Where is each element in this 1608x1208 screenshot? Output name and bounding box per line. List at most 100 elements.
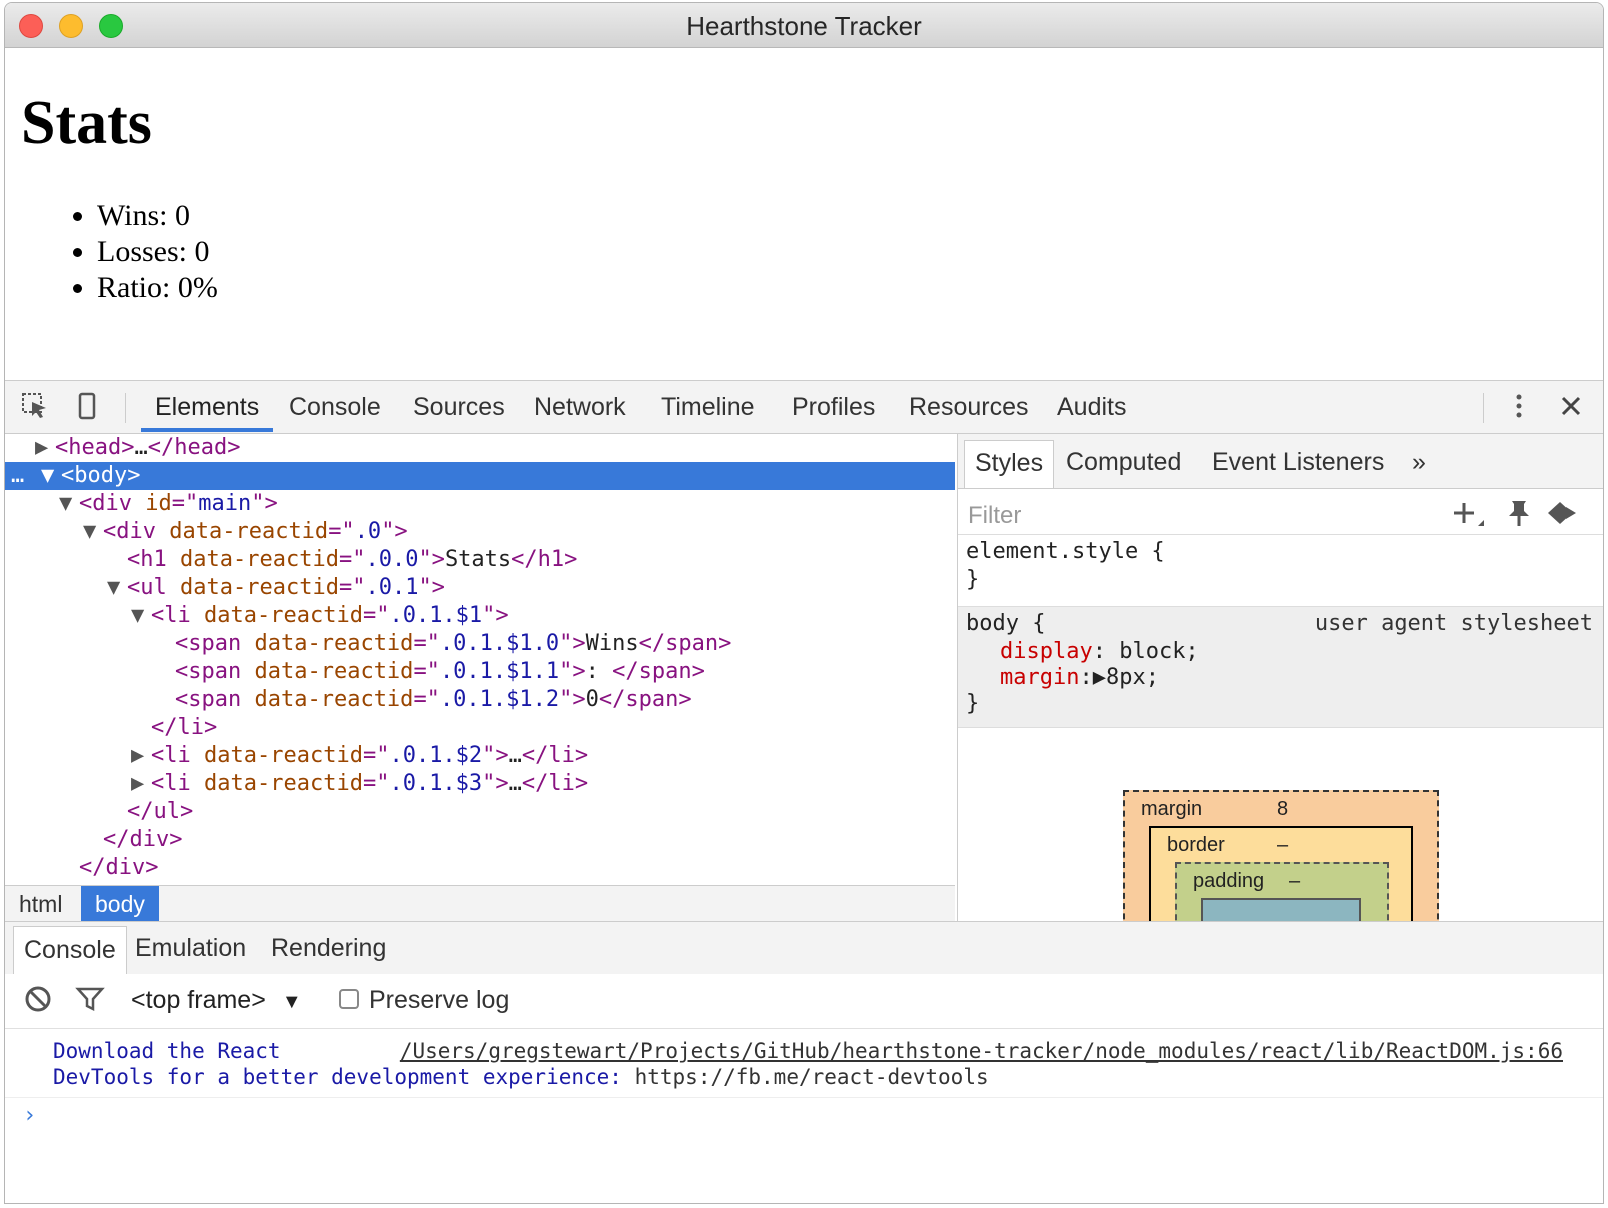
box-model-border[interactable]: border – padding – bbox=[1149, 826, 1413, 921]
stats-list: Wins: 0 Losses: 0 Ratio: 0% bbox=[57, 198, 218, 306]
stat-item-wins: Wins: 0 bbox=[97, 198, 218, 234]
frame-selector[interactable]: <top frame> ▼ bbox=[131, 986, 302, 1015]
tab-styles[interactable]: Styles bbox=[964, 440, 1055, 488]
element-style-close: } bbox=[966, 567, 980, 592]
element-style-rule[interactable]: element.style { } bbox=[958, 534, 1603, 607]
box-model-margin-value[interactable]: 8 bbox=[1277, 798, 1288, 821]
dom-node-h1[interactable]: <h1 data-reactid=".0.0">Stats</h1> bbox=[5, 546, 955, 574]
dom-node-span-value[interactable]: <span data-reactid=".0.1.$1.2">0</span> bbox=[5, 686, 955, 714]
more-options-icon[interactable] bbox=[1503, 391, 1535, 423]
dom-node-span-label[interactable]: <span data-reactid=".0.1.$1.0">Wins</spa… bbox=[5, 630, 955, 658]
dom-node-li-2[interactable]: ▶ <li data-reactid=".0.1.$2">…</li> bbox=[5, 742, 955, 770]
stat-item-ratio: Ratio: 0% bbox=[97, 270, 218, 306]
style-source: user agent stylesheet bbox=[1314, 611, 1593, 636]
dom-node-li-1[interactable]: ▼ <li data-reactid=".0.1.$1"> bbox=[5, 602, 955, 630]
dom-node-head[interactable]: ▶ <head>…</head> bbox=[5, 434, 955, 462]
elements-tree: ▶ <head>…</head> … ▼ <body> ▼ <div id="main"… bbox=[5, 434, 955, 891]
preserve-log-label[interactable]: Preserve log bbox=[369, 986, 509, 1015]
app-window: Hearthstone Tracker Stats Wins: 0 Losses… bbox=[4, 2, 1604, 1204]
box-model-padding-label: padding bbox=[1193, 870, 1265, 892]
collapse-triangle-icon[interactable]: ▼ bbox=[59, 490, 79, 518]
body-selector: body { bbox=[966, 611, 1046, 636]
dom-node-ul-close[interactable]: </ul> bbox=[5, 798, 955, 826]
console-source-link[interactable]: /Users/gregstewart/Projects/GitHub/heart… bbox=[400, 1039, 1563, 1063]
console-message-line-1: Download the React bbox=[53, 1039, 281, 1063]
dom-node-span-colon[interactable]: <span data-reactid=".0.1.$1.1">: </span> bbox=[5, 658, 955, 686]
box-model-padding-value[interactable]: – bbox=[1289, 870, 1300, 893]
chevron-down-icon: ▼ bbox=[281, 991, 302, 1013]
expand-triangle-icon[interactable]: ▶ bbox=[35, 434, 55, 462]
toggle-element-state-icon[interactable] bbox=[1504, 498, 1534, 535]
box-model-content[interactable] bbox=[1201, 898, 1361, 921]
tab-audits[interactable]: Audits bbox=[1057, 393, 1126, 422]
breadcrumb-html[interactable]: html bbox=[5, 886, 76, 922]
frame-selector-label: <top frame> bbox=[131, 986, 266, 1014]
console-message-line-2: DevTools for a better development experi… bbox=[53, 1065, 989, 1089]
styles-tabs: Styles Computed Event Listeners » bbox=[958, 434, 1603, 489]
tab-timeline[interactable]: Timeline bbox=[661, 393, 755, 422]
window-title: Hearthstone Tracker bbox=[686, 11, 922, 41]
tab-computed[interactable]: Computed bbox=[1066, 448, 1181, 477]
dom-node-li-close[interactable]: </li> bbox=[5, 714, 955, 742]
styles-sidebar: Styles Computed Event Listeners » Filter… bbox=[958, 434, 1603, 921]
console-prompt[interactable]: › bbox=[23, 1103, 36, 1128]
device-mode-icon[interactable] bbox=[71, 391, 103, 423]
tab-network[interactable]: Network bbox=[534, 393, 626, 422]
drawer-tab-emulation[interactable]: Emulation bbox=[135, 934, 246, 963]
box-model-padding[interactable]: padding – bbox=[1175, 862, 1389, 921]
active-tab-indicator bbox=[141, 428, 273, 432]
body-style-rule[interactable]: body { user agent stylesheet display: bl… bbox=[958, 606, 1603, 728]
style-property-display[interactable]: display: block; bbox=[1000, 639, 1199, 664]
dom-node-ul[interactable]: ▼ <ul data-reactid=".0.1"> bbox=[5, 574, 955, 602]
stat-item-losses: Losses: 0 bbox=[97, 234, 218, 270]
box-model-margin[interactable]: margin 8 border – padding – bbox=[1123, 790, 1439, 921]
page-heading: Stats bbox=[21, 89, 152, 157]
tab-profiles[interactable]: Profiles bbox=[792, 393, 875, 422]
tab-console[interactable]: Console bbox=[289, 393, 381, 422]
tab-resources[interactable]: Resources bbox=[909, 393, 1029, 422]
devtools-toolbar: Elements Console Sources Network Timelin… bbox=[5, 380, 1603, 434]
dom-node-div-close[interactable]: </div> bbox=[5, 826, 955, 854]
filter-icon[interactable] bbox=[75, 984, 105, 1021]
clear-console-icon[interactable] bbox=[23, 984, 53, 1021]
dom-node-div-main[interactable]: ▼ <div id="main"> bbox=[5, 490, 955, 518]
console-message-url[interactable]: https://fb.me/react-devtools bbox=[635, 1065, 989, 1089]
new-style-rule-icon[interactable] bbox=[1450, 498, 1486, 535]
box-model-border-value[interactable]: – bbox=[1277, 834, 1288, 857]
page-content: Stats Wins: 0 Losses: 0 Ratio: 0% bbox=[5, 48, 1603, 380]
dom-node-div-main-close[interactable]: </div> bbox=[5, 854, 955, 882]
drawer-tabs: Console Emulation Rendering bbox=[5, 921, 1603, 975]
expand-triangle-icon[interactable]: ▶ bbox=[131, 742, 151, 770]
expand-triangle-icon[interactable]: ▶ bbox=[131, 770, 151, 798]
styles-filter-input[interactable]: Filter bbox=[968, 502, 1021, 530]
box-model-margin-label: margin bbox=[1141, 798, 1203, 820]
style-property-margin[interactable]: margin:▶8px; bbox=[1000, 665, 1159, 690]
console-toolbar: <top frame> ▼ Preserve log bbox=[5, 974, 1603, 1029]
breadcrumb-body[interactable]: body bbox=[81, 886, 159, 922]
collapse-triangle-icon[interactable]: ▼ bbox=[41, 462, 61, 490]
body-rule-close: } bbox=[966, 691, 980, 716]
drawer-tab-console[interactable]: Console bbox=[13, 926, 127, 974]
drawer-tab-rendering[interactable]: Rendering bbox=[271, 934, 386, 963]
tab-elements[interactable]: Elements bbox=[155, 393, 259, 422]
toolbar-divider bbox=[1483, 393, 1484, 423]
toolbar-divider bbox=[125, 393, 126, 423]
breadcrumb: html body bbox=[5, 885, 955, 922]
tab-sources[interactable]: Sources bbox=[413, 393, 505, 422]
title-bar: Hearthstone Tracker bbox=[5, 3, 1603, 48]
color-format-icon[interactable] bbox=[1544, 498, 1580, 535]
collapse-triangle-icon[interactable]: ▼ bbox=[131, 602, 151, 630]
dom-node-div[interactable]: ▼ <div data-reactid=".0"> bbox=[5, 518, 955, 546]
dom-node-li-3[interactable]: ▶ <li data-reactid=".0.1.$3">…</li> bbox=[5, 770, 955, 798]
dom-node-body[interactable]: … ▼ <body> bbox=[5, 462, 955, 490]
element-style-selector: element.style { bbox=[966, 539, 1165, 564]
close-devtools-icon[interactable] bbox=[1555, 391, 1587, 423]
console-message: Download the React DevTools for a better… bbox=[5, 1029, 1603, 1098]
collapse-triangle-icon[interactable]: ▼ bbox=[107, 574, 127, 602]
more-tabs-icon[interactable]: » bbox=[1412, 448, 1426, 477]
box-model-border-label: border bbox=[1167, 834, 1225, 856]
inspect-element-icon[interactable] bbox=[19, 391, 51, 423]
preserve-log-checkbox[interactable] bbox=[339, 989, 359, 1009]
tab-event-listeners[interactable]: Event Listeners bbox=[1212, 448, 1384, 477]
collapse-triangle-icon[interactable]: ▼ bbox=[83, 518, 103, 546]
